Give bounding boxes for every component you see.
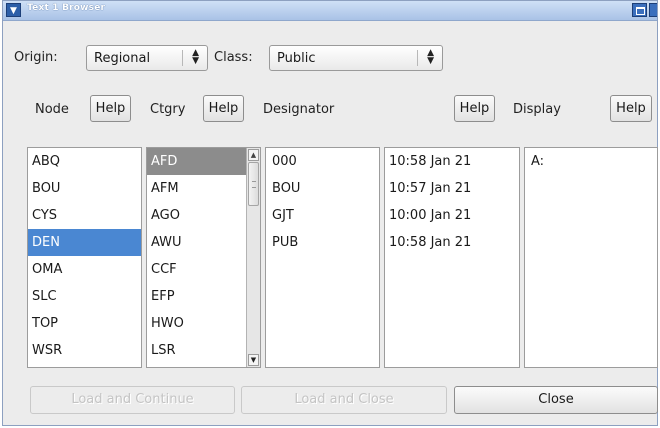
load-and-continue-button[interactable]: Load and Continue [30, 386, 235, 414]
list-item[interactable]: SLC [28, 283, 141, 310]
close-window-icon[interactable] [649, 3, 657, 17]
origin-label: Origin: [14, 50, 58, 65]
list-item[interactable]: OMA [28, 256, 141, 283]
list-item[interactable]: BOU [266, 175, 379, 202]
time-list[interactable]: 10:58 Jan 21 10:57 Jan 21 10:00 Jan 21 1… [384, 147, 520, 368]
origin-select-divider [182, 50, 183, 66]
class-value: Public [277, 51, 316, 66]
designator-help-button[interactable]: Help [454, 95, 495, 122]
ctgry-scrollbar[interactable]: ▲ ▼ [246, 148, 260, 367]
node-header: Node [35, 102, 69, 117]
title-bar[interactable]: ▼ Text 1 Browser [3, 1, 657, 21]
list-item[interactable]: 10:58 Jan 21 [385, 229, 519, 256]
scrollbar-thumb[interactable] [248, 162, 259, 206]
origin-value: Regional [94, 51, 151, 66]
list-item[interactable]: LSR [147, 337, 246, 364]
list-item[interactable]: EFP [147, 283, 246, 310]
list-item[interactable]: 10:58 Jan 21 [385, 148, 519, 175]
scroll-up-arrow-icon[interactable]: ▲ [248, 149, 259, 161]
list-item[interactable]: AFM [147, 175, 246, 202]
list-item-selected[interactable]: AFD [147, 148, 246, 175]
window-menu-chevron-icon[interactable]: ▼ [6, 3, 21, 17]
designator-header: Designator [263, 102, 335, 117]
load-and-close-button[interactable]: Load and Close [241, 386, 447, 414]
class-label: Class: [214, 50, 253, 65]
list-item[interactable]: ABQ [28, 148, 141, 175]
close-button[interactable]: Close [454, 386, 658, 414]
list-item[interactable]: BOU [28, 175, 141, 202]
class-select-arrows-icon: ▲ ▼ [427, 48, 434, 66]
list-item[interactable]: 10:00 Jan 21 [385, 202, 519, 229]
origin-select[interactable]: Regional ▲ ▼ [86, 45, 208, 71]
ctgry-list-items: AFD AFM AGO AWU CCF EFP HWO LSR [147, 148, 246, 364]
maximize-icon[interactable] [632, 3, 647, 17]
list-item-selected[interactable]: DEN [28, 229, 141, 256]
display-header: Display [513, 102, 561, 117]
class-select[interactable]: Public ▲ ▼ [269, 45, 443, 71]
list-item[interactable]: WSR [28, 337, 141, 364]
designator-list[interactable]: 000 BOU GJT PUB [265, 147, 380, 368]
list-item[interactable]: GJT [266, 202, 379, 229]
list-item[interactable]: PUB [266, 229, 379, 256]
list-item[interactable]: HWO [147, 310, 246, 337]
list-item[interactable]: CYS [28, 202, 141, 229]
list-item[interactable]: 10:57 Jan 21 [385, 175, 519, 202]
list-item[interactable]: A: [525, 148, 657, 175]
display-list[interactable]: A: [524, 147, 658, 368]
ctgry-list[interactable]: AFD AFM AGO AWU CCF EFP HWO LSR ▲ ▼ [146, 147, 261, 368]
list-item[interactable]: CCF [147, 256, 246, 283]
list-item[interactable]: AWU [147, 229, 246, 256]
ctgry-help-button[interactable]: Help [203, 95, 244, 122]
node-help-button[interactable]: Help [90, 95, 131, 122]
origin-select-arrows-icon: ▲ ▼ [192, 48, 199, 66]
text-browser-window: ▼ Text 1 Browser Origin: Regional ▲ ▼ Cla… [2, 0, 658, 426]
window-title: Text 1 Browser [27, 3, 106, 13]
class-select-divider [417, 50, 418, 66]
display-help-button[interactable]: Help [610, 95, 652, 122]
list-item[interactable]: TOP [28, 310, 141, 337]
node-list[interactable]: ABQ BOU CYS DEN OMA SLC TOP WSR [27, 147, 142, 368]
list-item[interactable]: 000 [266, 148, 379, 175]
scroll-down-arrow-icon[interactable]: ▼ [248, 354, 259, 366]
ctgry-header: Ctgry [150, 102, 186, 117]
list-item[interactable]: AGO [147, 202, 246, 229]
